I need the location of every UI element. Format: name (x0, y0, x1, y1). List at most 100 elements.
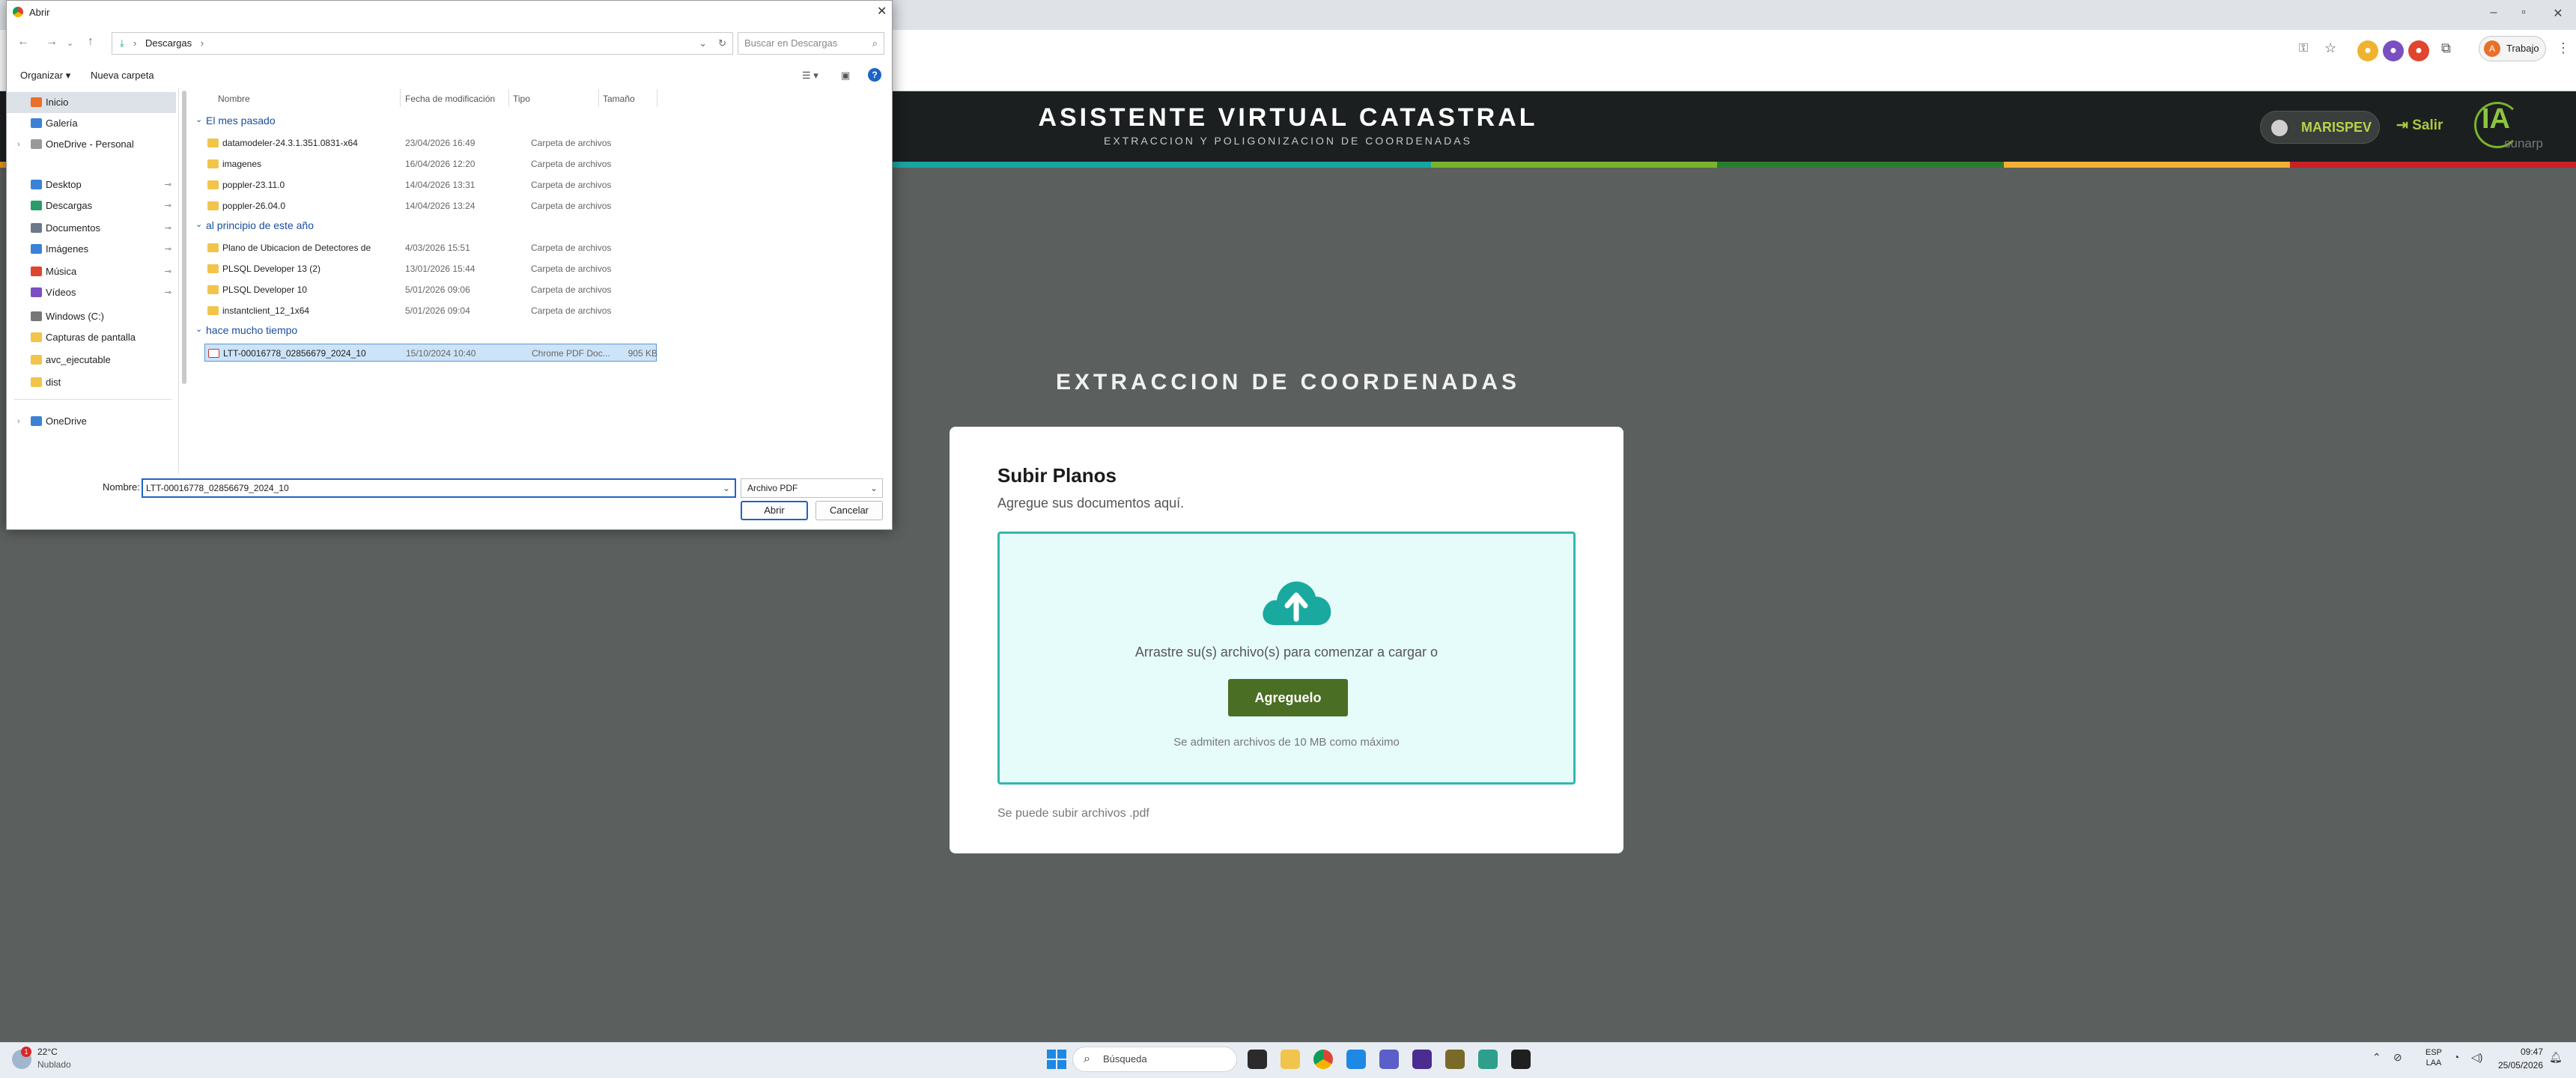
file-type: Carpeta de archivos (531, 243, 612, 253)
app-icon[interactable] (1412, 1050, 1432, 1069)
tray-chevron-icon[interactable]: ⌃ (2372, 1051, 2381, 1064)
file-row[interactable]: LTT-00016778_02856679_2024_10 15/10/2024 … (204, 344, 657, 362)
breadcrumb[interactable]: Descargas (145, 37, 192, 49)
weather-description[interactable]: Nublado (37, 1059, 71, 1070)
nav-item[interactable]: avc_ejecutable (7, 350, 176, 371)
notifications-icon[interactable]: 🔔︎ (2549, 1051, 2563, 1064)
nav-item[interactable]: Descargas ⊸ (7, 195, 176, 216)
address-bar[interactable]: ⤓ › Descargas › ⌄ ↻ (112, 32, 733, 55)
extension-icon[interactable]: ● (2383, 40, 2404, 61)
filename-input[interactable]: LTT-00016778_02856679_2024_10 ⌄ (142, 478, 736, 498)
forward-arrow-icon[interactable]: → (46, 35, 58, 49)
file-type-select[interactable]: Archivo PDF ⌄ (741, 478, 883, 498)
nav-item[interactable]: Imágenes ⊸ (7, 239, 176, 260)
logout-button[interactable]: ⇥ Salir (2396, 117, 2456, 138)
filename-dropdown-icon[interactable]: ⌄ (723, 480, 730, 496)
collapse-chevron-icon[interactable]: ⌄ (195, 324, 202, 334)
network-icon[interactable]: ⊘ (2393, 1051, 2402, 1064)
refresh-icon[interactable]: ↻ (718, 33, 726, 54)
minimize-button[interactable]: – (2479, 6, 2509, 24)
nav-item[interactable]: Inicio (7, 92, 176, 113)
nav-item-label: Imágenes (46, 243, 89, 255)
help-icon[interactable]: ? (868, 68, 881, 82)
recent-chevron-icon[interactable]: ⌄ (67, 38, 73, 48)
address-dropdown-icon[interactable]: ⌄ (699, 33, 707, 54)
up-arrow-icon[interactable]: ↑ (88, 35, 94, 49)
pin-icon: ⊸ (164, 224, 171, 233)
file-row[interactable]: poppler-23.11.0 14/04/2026 13:31 Carpeta d… (204, 176, 657, 194)
file-type: Carpeta de archivos (531, 264, 612, 274)
extension-icon[interactable]: ● (2408, 40, 2429, 61)
column-date[interactable]: Fecha de modificación (405, 94, 495, 104)
windows-start-icon[interactable] (1047, 1050, 1066, 1069)
nav-item[interactable]: Documentos ⊸ (7, 218, 176, 239)
file-explorer-icon[interactable] (1281, 1050, 1300, 1069)
preview-pane-icon[interactable]: ▣ (841, 70, 850, 82)
collapse-chevron-icon[interactable]: ⌄ (195, 219, 202, 229)
vscode-icon[interactable] (1346, 1050, 1366, 1069)
chrome-taskbar-icon[interactable] (1313, 1050, 1333, 1069)
notepad-icon[interactable] (1478, 1050, 1498, 1069)
group-header[interactable]: ⌄ El mes pasado (195, 115, 276, 127)
wifi-icon[interactable]: ◔ (2453, 1051, 2459, 1063)
close-window-button[interactable]: ✕ (2543, 6, 2573, 24)
nav-item[interactable]: Galería (7, 113, 176, 134)
clock-date[interactable]: 25/05/2026 (2488, 1060, 2543, 1071)
bookmark-star-icon[interactable]: ☆ (2324, 40, 2336, 56)
column-name[interactable]: Nombre (218, 94, 250, 104)
file-row[interactable]: PLSQL Developer 10 5/01/2026 09:06 Carpeta… (204, 281, 657, 299)
extension-icon[interactable]: ● (2357, 40, 2378, 61)
column-type[interactable]: Tipo (513, 94, 530, 104)
nav-item[interactable]: Windows (C:) (7, 306, 176, 327)
menu-dots-icon[interactable]: ⋮ (2557, 40, 2570, 56)
taskbar-search[interactable]: ⌕ Búsqueda (1072, 1047, 1237, 1072)
organize-button[interactable]: Organizar ▾ (20, 70, 70, 82)
group-header[interactable]: ⌄ hace mucho tiempo (195, 324, 297, 336)
nav-item[interactable]: Música ⊸ (7, 261, 176, 282)
back-arrow-icon[interactable]: ← (17, 35, 29, 49)
volume-icon[interactable]: ◁) (2471, 1051, 2482, 1064)
folder-icon (31, 201, 42, 210)
expand-chevron-icon[interactable]: › (17, 411, 20, 432)
file-date: 16/04/2026 12:20 (405, 159, 476, 169)
collapse-chevron-icon[interactable]: ⌄ (195, 115, 202, 124)
nav-item[interactable]: OneDrive › (7, 411, 176, 432)
group-header[interactable]: ⌄ al principio de este año (195, 219, 314, 231)
extensions-puzzle-icon[interactable]: ⧉ (2441, 40, 2451, 56)
expand-chevron-icon[interactable]: › (17, 134, 20, 155)
new-folder-button[interactable]: Nueva carpeta (91, 70, 154, 81)
task-view-icon[interactable] (1248, 1050, 1267, 1069)
teams-icon[interactable] (1379, 1050, 1399, 1069)
nav-item[interactable]: Desktop ⊸ (7, 174, 176, 195)
cloud-upload-icon (1263, 581, 1331, 625)
column-size[interactable]: Tamaño (603, 94, 635, 104)
language-indicator[interactable]: ESP LAA (2425, 1047, 2443, 1068)
weather-temperature[interactable]: 22°C (37, 1047, 58, 1057)
search-input[interactable]: Buscar en Descargas ⌕ (738, 32, 884, 55)
folder-icon (31, 244, 42, 254)
nav-item[interactable]: Capturas de pantalla (7, 327, 176, 348)
file-row[interactable]: datamodeler-24.3.1.351.0831-x64 23/04/202… (204, 134, 657, 152)
key-icon[interactable]: ⚿ (2299, 42, 2308, 55)
file-name: poppler-23.11.0 (222, 180, 285, 190)
file-row[interactable]: PLSQL Developer 13 (2) 13/01/2026 15:44 Ca… (204, 260, 657, 278)
file-dropzone[interactable]: Arrastre su(s) archivo(s) para comenzar … (997, 532, 1576, 785)
file-row[interactable]: instantclient_12_1x64 5/01/2026 09:04 Carp… (204, 302, 657, 320)
maximize-button[interactable]: ▫ (2509, 6, 2539, 24)
file-row[interactable]: Plano de Ubicacion de Detectores de Hu..… (204, 239, 657, 257)
file-row[interactable]: poppler-26.04.0 14/04/2026 13:24 Carpeta d… (204, 197, 657, 215)
view-options-icon[interactable]: ☰ ▾ (802, 70, 818, 82)
nav-item[interactable]: Vídeos ⊸ (7, 282, 176, 303)
terminal-icon[interactable] (1511, 1050, 1531, 1069)
open-button[interactable]: Abrir (741, 501, 808, 520)
user-badge[interactable]: MARISPEV (2260, 111, 2380, 144)
profile-button[interactable]: A Trabajo (2479, 36, 2546, 61)
nav-item[interactable]: dist (7, 372, 176, 393)
file-row[interactable]: imagenes 16/04/2026 12:20 Carpeta de archi… (204, 155, 657, 173)
clock-time[interactable]: 09:47 (2498, 1047, 2543, 1057)
app-icon[interactable] (1445, 1050, 1465, 1069)
cancel-button[interactable]: Cancelar (815, 501, 883, 520)
nav-item[interactable]: OneDrive - Personal › (7, 134, 176, 155)
dialog-close-button[interactable]: ✕ (877, 4, 887, 19)
add-file-button[interactable]: Agreguelo (1228, 679, 1348, 716)
